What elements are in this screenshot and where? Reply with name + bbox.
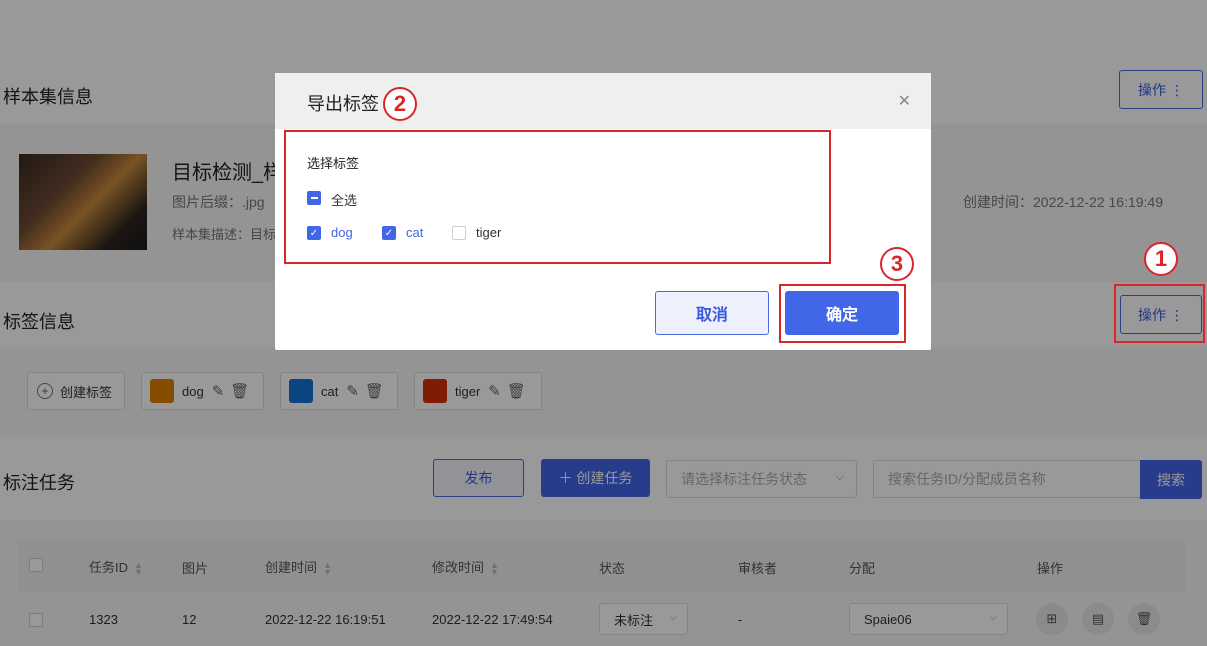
annotation-box-2: [284, 130, 831, 264]
cancel-button[interactable]: 取消: [655, 291, 769, 335]
annotation-box-3: [779, 284, 906, 343]
annotation-marker-2: 2: [383, 87, 417, 121]
close-icon[interactable]: ✕: [898, 91, 911, 111]
annotation-box-1: [1114, 284, 1205, 343]
dialog-header: 导出标签 ✕: [275, 73, 931, 129]
annotation-marker-1: 1: [1144, 242, 1178, 276]
annotation-marker-3: 3: [880, 247, 914, 281]
dialog-title: 导出标签: [307, 94, 379, 114]
